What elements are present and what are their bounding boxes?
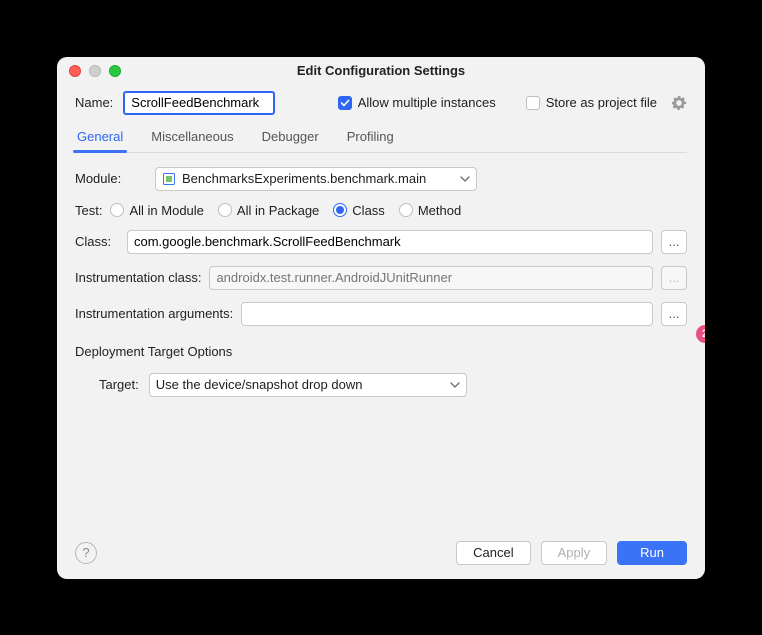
module-value: BenchmarksExperiments.benchmark.main [182, 171, 426, 186]
chevron-down-icon [460, 174, 470, 184]
class-browse-button[interactable]: ... [661, 230, 687, 254]
target-value: Use the device/snapshot drop down [156, 377, 363, 392]
test-radio-group: All in Module All in Package Class Metho… [110, 203, 461, 218]
titlebar: Edit Configuration Settings [57, 57, 705, 85]
inst-class-input [209, 266, 653, 290]
deploy-section-title: Deployment Target Options [75, 344, 687, 359]
tab-general[interactable]: General [75, 129, 125, 152]
inst-class-row: Instrumentation class: ... [75, 266, 687, 290]
run-button[interactable]: Run [617, 541, 687, 565]
module-select[interactable]: BenchmarksExperiments.benchmark.main [155, 167, 477, 191]
radio-method[interactable]: Method [399, 203, 461, 218]
content-area: Name: Allow multiple instances Store as … [57, 85, 705, 527]
target-label: Target: [99, 377, 139, 392]
radio-icon [218, 203, 232, 217]
class-input[interactable] [127, 230, 653, 254]
inst-class-browse-button: ... [661, 266, 687, 290]
radio-icon [110, 203, 124, 217]
tab-bar: General Miscellaneous Debugger Profiling [75, 129, 687, 153]
inst-args-input[interactable] [241, 302, 653, 326]
tab-profiling[interactable]: Profiling [345, 129, 396, 152]
dialog-window: Edit Configuration Settings Name: Allow … [57, 57, 705, 579]
name-input[interactable] [123, 91, 275, 115]
radio-class[interactable]: Class [333, 203, 385, 218]
store-project-checkbox[interactable]: Store as project file [526, 95, 657, 110]
store-project-label: Store as project file [546, 95, 657, 110]
chevron-down-icon [450, 380, 460, 390]
dialog-title: Edit Configuration Settings [57, 63, 705, 78]
maximize-icon[interactable] [109, 65, 121, 77]
tab-debugger[interactable]: Debugger [260, 129, 321, 152]
name-row: Name: Allow multiple instances Store as … [75, 91, 687, 115]
gear-icon[interactable] [671, 95, 687, 111]
apply-button: Apply [541, 541, 608, 565]
test-row: Test: All in Module All in Package Class… [75, 203, 687, 218]
allow-multiple-checkbox[interactable]: Allow multiple instances [338, 95, 496, 110]
inst-class-label: Instrumentation class: [75, 270, 201, 285]
notification-badge[interactable]: 2 [696, 325, 705, 343]
radio-checked-icon [333, 203, 347, 217]
inst-args-row: Instrumentation arguments: ... [75, 302, 687, 326]
name-label: Name: [75, 95, 113, 110]
module-row: Module: BenchmarksExperiments.benchmark.… [75, 167, 687, 191]
radio-all-module[interactable]: All in Module [110, 203, 203, 218]
help-button[interactable]: ? [75, 542, 97, 564]
inst-args-browse-button[interactable]: ... [661, 302, 687, 326]
footer: ? Cancel Apply Run [57, 527, 705, 579]
target-row: Target: Use the device/snapshot drop dow… [99, 373, 687, 397]
checkbox-empty-icon [526, 96, 540, 110]
inst-args-label: Instrumentation arguments: [75, 306, 233, 321]
module-icon [162, 172, 176, 186]
test-label: Test: [75, 203, 102, 218]
tab-miscellaneous[interactable]: Miscellaneous [149, 129, 235, 152]
close-icon[interactable] [69, 65, 81, 77]
radio-all-package[interactable]: All in Package [218, 203, 319, 218]
target-select[interactable]: Use the device/snapshot drop down [149, 373, 467, 397]
traffic-lights [69, 65, 121, 77]
class-row: Class: ... [75, 230, 687, 254]
checkbox-checked-icon [338, 96, 352, 110]
allow-multiple-label: Allow multiple instances [358, 95, 496, 110]
module-label: Module: [75, 171, 145, 186]
class-label: Class: [75, 234, 119, 249]
cancel-button[interactable]: Cancel [456, 541, 530, 565]
radio-icon [399, 203, 413, 217]
minimize-icon [89, 65, 101, 77]
